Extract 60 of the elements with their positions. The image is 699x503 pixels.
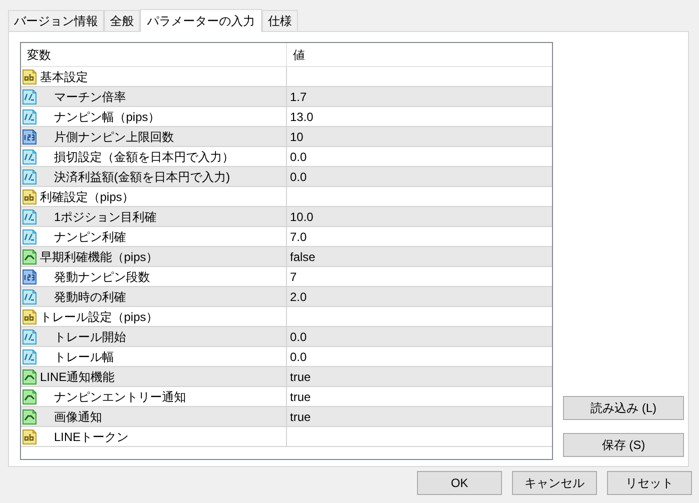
parameter-value[interactable]: 1.7 [287, 87, 307, 106]
parameter-name[interactable]: 発動ナンピン段数 [39, 268, 150, 286]
tab[interactable]: パラメーターの入力 [140, 9, 262, 32]
parameter-value[interactable]: 0.0 [287, 327, 307, 346]
parameter-name[interactable]: ナンピン利確 [39, 228, 126, 246]
parameter-name[interactable]: トレール幅 [39, 348, 114, 366]
decimal-file-icon [22, 228, 37, 244]
text-file-icon [22, 308, 37, 324]
text-file-icon [22, 428, 37, 444]
parameter-name[interactable]: LINE通知機能 [39, 368, 115, 386]
parameter-name[interactable]: 発動時の利確 [39, 288, 126, 306]
parameter-name[interactable]: ナンピンエントリー通知 [39, 388, 186, 406]
parameter-name[interactable]: マーチン倍率 [39, 88, 126, 106]
parameter-name[interactable]: 決済利益額(金額を日本円で入力) [39, 168, 230, 186]
parameter-value[interactable]: 13.0 [287, 107, 314, 126]
parameter-name[interactable]: 利確設定（pips） [39, 188, 134, 206]
integer-file-icon [22, 128, 37, 144]
parameter-name[interactable]: トレール設定（pips） [39, 308, 158, 326]
tab[interactable]: 全般 [104, 10, 140, 31]
decimal-file-icon [22, 148, 37, 164]
parameter-value[interactable]: true [287, 387, 311, 406]
parameter-name[interactable]: 早期利確機能（pips） [39, 248, 158, 266]
parameter-name[interactable]: 基本設定 [39, 68, 88, 86]
parameter-value[interactable]: false [287, 247, 316, 266]
tab[interactable]: バージョン情報 [8, 10, 104, 31]
column-header[interactable]: 変数 [21, 43, 287, 66]
parameter-value[interactable]: 0.0 [287, 167, 307, 186]
tab[interactable]: 仕様 [262, 10, 298, 31]
parameter-name[interactable]: ナンピン幅（pips） [39, 108, 160, 126]
load-button[interactable]: 読み込み (L) [563, 396, 684, 420]
decimal-file-icon [22, 288, 37, 304]
integer-file-icon [22, 268, 37, 284]
decimal-file-icon [22, 88, 37, 104]
decimal-file-icon [22, 168, 37, 184]
text-file-icon [22, 68, 37, 84]
parameter-value[interactable]: 0.0 [287, 147, 307, 166]
save-button[interactable]: 保存 (S) [563, 433, 684, 457]
decimal-file-icon [22, 348, 37, 364]
parameter-value[interactable]: true [287, 407, 311, 426]
parameter-value[interactable]: true [287, 367, 311, 386]
dialog-button[interactable]: リセット [607, 471, 692, 495]
dialog-button[interactable]: キャンセル [512, 471, 597, 495]
decimal-file-icon [22, 328, 37, 344]
parameter-name[interactable]: トレール開始 [39, 328, 126, 346]
parameter-value[interactable]: 7.0 [287, 227, 307, 246]
parameter-name[interactable]: 1ポジション目利確 [39, 208, 157, 226]
parameter-value[interactable]: 0.0 [287, 347, 307, 366]
parameter-value[interactable]: 2.0 [287, 287, 307, 306]
parameter-name[interactable]: 画像通知 [39, 408, 102, 426]
parameter-name[interactable]: 損切設定（金額を日本円で入力） [39, 148, 234, 166]
parameter-name[interactable]: LINEトークン [39, 428, 129, 446]
parameter-value[interactable]: 10.0 [287, 207, 314, 226]
parameter-value[interactable]: 7 [287, 267, 297, 286]
decimal-file-icon [22, 208, 37, 224]
text-file-icon [22, 188, 37, 204]
column-header[interactable]: 値 [287, 43, 552, 66]
parameter-value[interactable]: 10 [287, 127, 304, 146]
decimal-file-icon [22, 108, 37, 124]
dialog-button[interactable]: OK [417, 471, 502, 495]
parameter-name[interactable]: 片側ナンピン上限回数 [39, 128, 174, 146]
